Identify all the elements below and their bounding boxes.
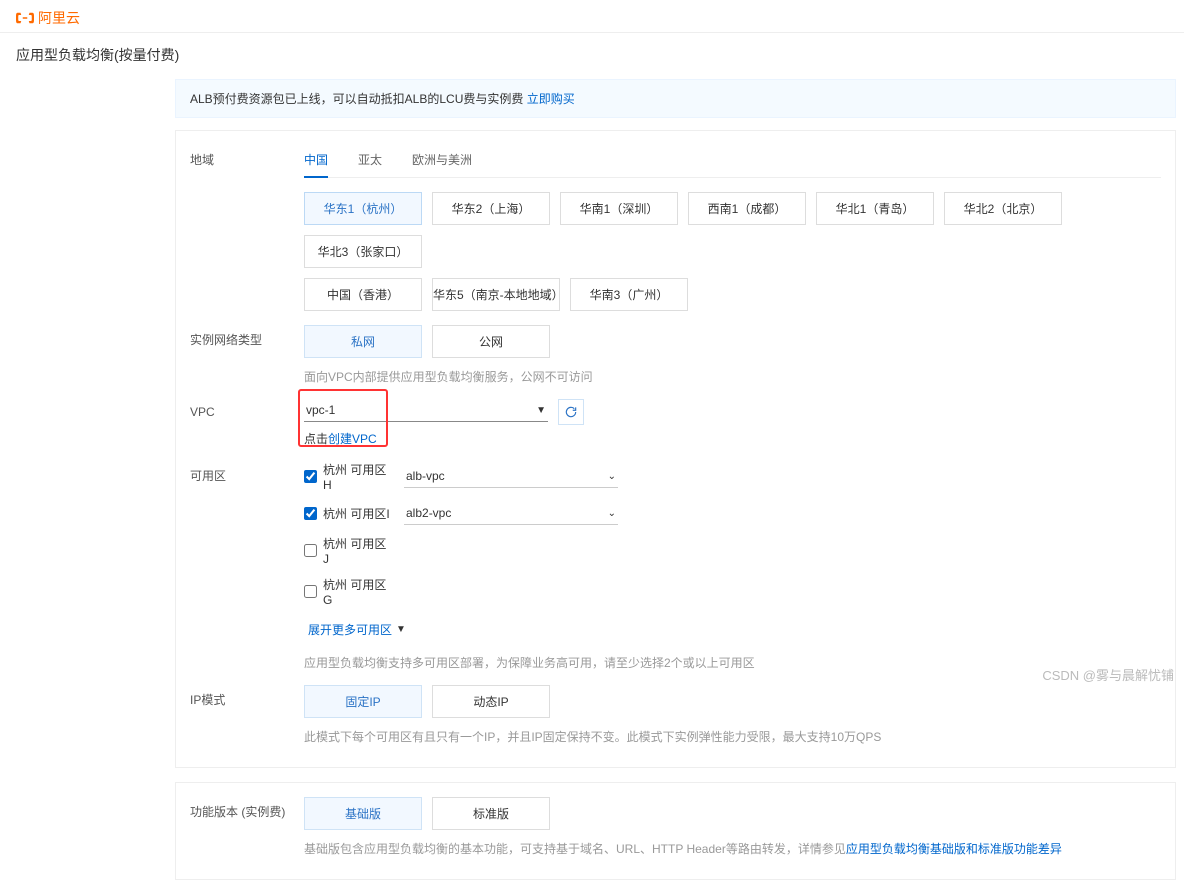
vpc-select[interactable]: vpc-1 ▼: [304, 399, 548, 422]
edition-hint: 基础版包含应用型负载均衡的基本功能，可支持基于域名、URL、HTTP Heade…: [304, 840, 1161, 857]
vpc-value: vpc-1: [306, 403, 335, 417]
config-panel-edition: 功能版本 (实例费) 基础版 标准版 基础版包含应用型负载均衡的基本功能，可支持…: [175, 782, 1176, 880]
zone-hint: 应用型负载均衡支持多可用区部署，为保障业务高可用，请至少选择2个或以上可用区: [304, 654, 1161, 671]
brand-logo[interactable]: 阿里云: [16, 8, 1168, 28]
label-vpc: VPC: [190, 399, 304, 419]
config-panel-basic: 地域 中国 亚太 欧洲与美洲 华东1（杭州） 华东2（上海） 华南1（深圳） 西…: [175, 130, 1176, 768]
refresh-button[interactable]: [558, 399, 584, 425]
label-ip-mode: IP模式: [190, 685, 304, 708]
notice-text: ALB预付费资源包已上线，可以自动抵扣ALB的LCU费与实例费: [190, 92, 527, 106]
caret-down-icon: ▼: [536, 405, 546, 416]
tab-eu-america[interactable]: 欧洲与美洲: [412, 145, 472, 177]
network-hint: 面向VPC内部提供应用型负载均衡服务，公网不可访问: [304, 368, 1161, 385]
ipmode-hint: 此模式下每个可用区有且只有一个IP，并且IP固定保持不变。此模式下实例弹性能力受…: [304, 728, 1161, 745]
chevron-down-icon: ⌄: [608, 471, 616, 482]
zone-vswitch-h[interactable]: alb-vpc ⌄: [404, 465, 618, 488]
edition-diff-link[interactable]: 应用型负载均衡基础版和标准版功能差异: [846, 842, 1062, 856]
region-tabs: 中国 亚太 欧洲与美洲: [304, 145, 1161, 178]
watermark: CSDN @雾与晨解忧铺: [1042, 665, 1174, 684]
chevron-down-icon: ⌄: [608, 508, 616, 519]
region-zhangjiakou[interactable]: 华北3（张家口）: [304, 235, 422, 268]
brand-text: 阿里云: [38, 8, 80, 28]
label-network-type: 实例网络类型: [190, 325, 304, 348]
edition-standard[interactable]: 标准版: [432, 797, 550, 830]
zone-vswitch-i[interactable]: alb2-vpc ⌄: [404, 502, 618, 525]
ipmode-fixed[interactable]: 固定IP: [304, 685, 422, 718]
label-zone: 可用区: [190, 461, 304, 484]
region-nanjing[interactable]: 华东5（南京-本地地域）: [432, 278, 560, 311]
region-chengdu[interactable]: 西南1（成都）: [688, 192, 806, 225]
refresh-icon: [564, 405, 578, 419]
ipmode-dynamic[interactable]: 动态IP: [432, 685, 550, 718]
create-vpc-link[interactable]: 创建VPC: [328, 432, 377, 446]
caret-down-icon: ▼: [396, 624, 406, 635]
edition-basic[interactable]: 基础版: [304, 797, 422, 830]
zone-check-h[interactable]: 杭州 可用区H: [304, 461, 390, 492]
zone-check-i[interactable]: 杭州 可用区I: [304, 505, 390, 522]
network-public[interactable]: 公网: [432, 325, 550, 358]
region-shenzhen[interactable]: 华南1（深圳）: [560, 192, 678, 225]
vpc-create-prefix: 点击: [304, 432, 328, 446]
region-hongkong[interactable]: 中国（香港）: [304, 278, 422, 311]
zone-check-j[interactable]: 杭州 可用区J: [304, 535, 390, 566]
network-private[interactable]: 私网: [304, 325, 422, 358]
region-shanghai[interactable]: 华东2（上海）: [432, 192, 550, 225]
region-qingdao[interactable]: 华北1（青岛）: [816, 192, 934, 225]
tab-china[interactable]: 中国: [304, 145, 328, 178]
zone-check-g[interactable]: 杭州 可用区G: [304, 576, 390, 607]
notice-link[interactable]: 立即购买: [527, 92, 575, 106]
region-hangzhou[interactable]: 华东1（杭州）: [304, 192, 422, 225]
label-region: 地域: [190, 145, 304, 168]
top-header: 阿里云: [0, 0, 1184, 33]
aliyun-logo-icon: [16, 11, 34, 25]
notice-banner: ALB预付费资源包已上线，可以自动抵扣ALB的LCU费与实例费 立即购买: [175, 79, 1176, 118]
tab-apac[interactable]: 亚太: [358, 145, 382, 177]
region-beijing[interactable]: 华北2（北京）: [944, 192, 1062, 225]
region-guangzhou[interactable]: 华南3（广州）: [570, 278, 688, 311]
expand-zones-link[interactable]: 展开更多可用区 ▼: [308, 621, 406, 638]
label-edition: 功能版本 (实例费): [190, 797, 304, 820]
page-title: 应用型负载均衡(按量付费): [0, 33, 1184, 79]
